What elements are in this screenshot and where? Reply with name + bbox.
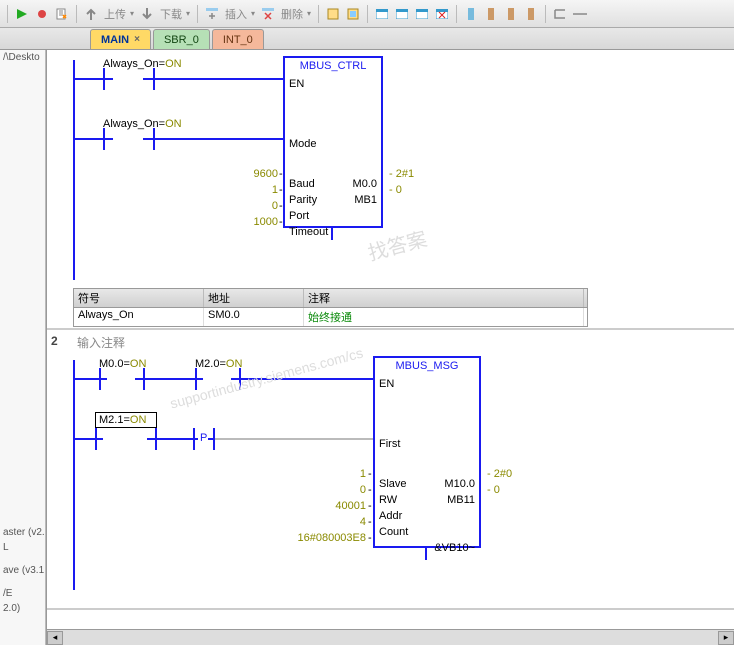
tool-b-icon[interactable] [344,5,362,23]
fb-input-val: 1 [311,468,366,480]
left-item: L [0,540,45,555]
fb-mbus-msg[interactable]: MBUS_MSG EN First SlaveM10.0 RWMB11 Addr… [373,356,481,548]
fb-input-val: 9600 [223,168,278,180]
bookmark-d-icon[interactable] [522,5,540,23]
fb-input-val: 0 [311,484,366,496]
power-rail [73,60,75,280]
compile-button[interactable] [53,5,71,23]
power-rail [73,360,75,590]
line-icon[interactable] [571,5,589,23]
fb-output-val: - 0 [389,184,402,196]
scroll-right-icon[interactable]: ▸ [718,631,734,645]
fb-input-val: 0 [223,200,278,212]
rung-1: Always_On=ON Always_On=ON MBUS_CTRL EN M… [47,50,734,330]
fb-input-val: 1 [223,184,278,196]
symtable-header[interactable]: 地址 [204,289,304,307]
left-item: ave (v3.1 [0,563,45,578]
win-c-icon[interactable] [413,5,431,23]
win-a-icon[interactable] [373,5,391,23]
contact-label: M2.1=ON [99,414,146,426]
close-icon[interactable]: × [134,34,140,45]
contact-label: Always_On=ON [103,118,182,130]
delete-label[interactable]: 删除 [279,6,305,22]
left-item: 2.0) [0,601,45,616]
tab-int[interactable]: INT_0 [212,29,264,49]
fb-output-val: - 2#0 [487,468,512,480]
tab-int-label: INT_0 [223,34,253,46]
tab-main-label: MAIN [101,34,129,46]
tab-sbr-label: SBR_0 [164,34,199,46]
contact-label: Always_On=ON [103,58,182,70]
fb-output-val: - 0 [487,484,500,496]
branch-icon[interactable] [551,5,569,23]
contact-label: M0.0=ON [99,358,146,370]
tab-row: MAIN × SBR_0 INT_0 [0,28,734,50]
left-path: /\Deskto [0,50,45,65]
download-icon[interactable] [138,5,156,23]
insert-label[interactable]: 插入 [223,6,249,22]
fb-input-val: 16#080003E8 [283,532,366,544]
insert-icon[interactable] [203,5,221,23]
fb-title: MBUS_MSG [375,358,479,374]
horizontal-scrollbar[interactable]: ◂ ▸ [47,629,734,645]
fb-output-val: - 2#1 [389,168,414,180]
fb-mbus-ctrl[interactable]: MBUS_CTRL EN Mode BaudM0.0 ParityMB1 Por… [283,56,383,228]
toolbar: 上传▾ 下载▾ 插入▾ 删除▾ [0,0,734,28]
win-b-icon[interactable] [393,5,411,23]
tool-a-icon[interactable] [324,5,342,23]
download-label[interactable]: 下载 [158,6,184,22]
tab-sbr[interactable]: SBR_0 [153,29,210,49]
rung-comment[interactable]: 输入注释 [77,334,125,351]
rung-2: 2 输入注释 M0.0=ON M2.0=ON M2.1=ON [47,330,734,610]
upload-label[interactable]: 上传 [102,6,128,22]
ladder-editor[interactable]: Always_On=ON Always_On=ON MBUS_CTRL EN M… [46,50,734,645]
win-close-icon[interactable] [433,5,451,23]
rung-number: 2 [51,334,69,348]
symtable-header[interactable]: 符号 [74,289,204,307]
contact-label: M2.0=ON [195,358,242,370]
symtable-header[interactable]: 注释 [304,289,584,307]
symbol-table[interactable]: 符号 地址 注释 Always_On SM0.0 始终接通 [73,288,588,327]
delete-icon[interactable] [259,5,277,23]
scroll-left-icon[interactable]: ◂ [47,631,63,645]
fb-title: MBUS_CTRL [285,58,381,74]
left-item: /E [0,586,45,601]
fb-input-val: 40001 [311,500,366,512]
bookmark-b-icon[interactable] [482,5,500,23]
left-panel: /\Deskto aster (v2. L ave (v3.1 /E 2.0) [0,50,46,645]
table-row[interactable]: Always_On SM0.0 始终接通 [74,308,587,326]
edge-p: P [200,432,207,444]
fb-input-val: 1000 [223,216,278,228]
left-item: aster (v2. [0,525,45,540]
stop-button[interactable] [33,5,51,23]
tab-main[interactable]: MAIN × [90,29,151,49]
upload-icon[interactable] [82,5,100,23]
bookmark-a-icon[interactable] [462,5,480,23]
fb-input-val: 4 [311,516,366,528]
run-button[interactable] [13,5,31,23]
bookmark-c-icon[interactable] [502,5,520,23]
